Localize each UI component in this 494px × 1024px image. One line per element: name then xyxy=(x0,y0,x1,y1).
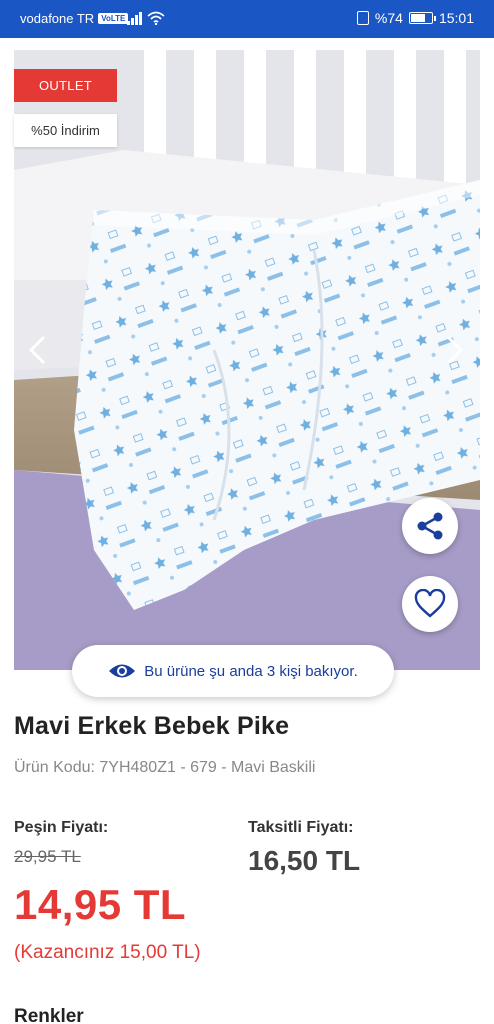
clock: 15:01 xyxy=(438,10,474,26)
next-image-button[interactable] xyxy=(440,333,470,367)
eye-icon xyxy=(109,664,136,678)
battery-icon xyxy=(408,12,436,24)
previous-image-button[interactable] xyxy=(22,333,52,367)
status-bar: vodafone TR VoLTE %74 15:01 xyxy=(0,0,494,38)
colors-section-title: Renkler xyxy=(14,1006,84,1024)
saving-text: (Kazancınız 15,00 TL) xyxy=(14,942,201,963)
outlet-badge: OUTLET xyxy=(14,69,117,102)
status-right: %74 15:01 xyxy=(356,10,474,26)
wifi-icon xyxy=(147,11,165,25)
vibrate-icon xyxy=(356,11,369,25)
carrier: vodafone TR VoLTE xyxy=(20,11,129,26)
favorite-button[interactable] xyxy=(402,576,458,632)
product-title: Mavi Erkek Bebek Pike xyxy=(14,712,290,740)
share-button[interactable] xyxy=(402,498,458,554)
discount-badge: %50 İndirim xyxy=(14,114,117,147)
share-icon xyxy=(417,512,443,540)
chevron-right-icon xyxy=(447,336,464,364)
volte-badge: VoLTE xyxy=(98,13,129,24)
carrier-name: vodafone TR xyxy=(20,11,95,26)
live-viewers-pill: Bu ürüne şu anda 3 kişi bakıyor. xyxy=(72,645,394,697)
cash-price-label: Peşin Fiyatı: xyxy=(14,819,109,836)
viewers-text: Bu ürüne şu anda 3 kişi bakıyor. xyxy=(144,662,358,680)
header-spacer xyxy=(0,38,494,50)
old-price: 29,95 TL xyxy=(14,847,81,866)
current-price: 14,95 TL xyxy=(14,881,187,928)
signal-icon xyxy=(127,12,142,25)
heart-icon xyxy=(414,589,446,618)
battery-fill xyxy=(410,14,425,22)
product-code: Ürün Kodu: 7YH480Z1 - 679 - Mavi Baskili xyxy=(14,759,316,776)
installment-price-label: Taksitli Fiyatı: xyxy=(248,819,354,836)
chevron-left-icon xyxy=(28,336,45,364)
installment-price: 16,50 TL xyxy=(248,845,361,876)
battery-text: %74 xyxy=(374,10,403,26)
